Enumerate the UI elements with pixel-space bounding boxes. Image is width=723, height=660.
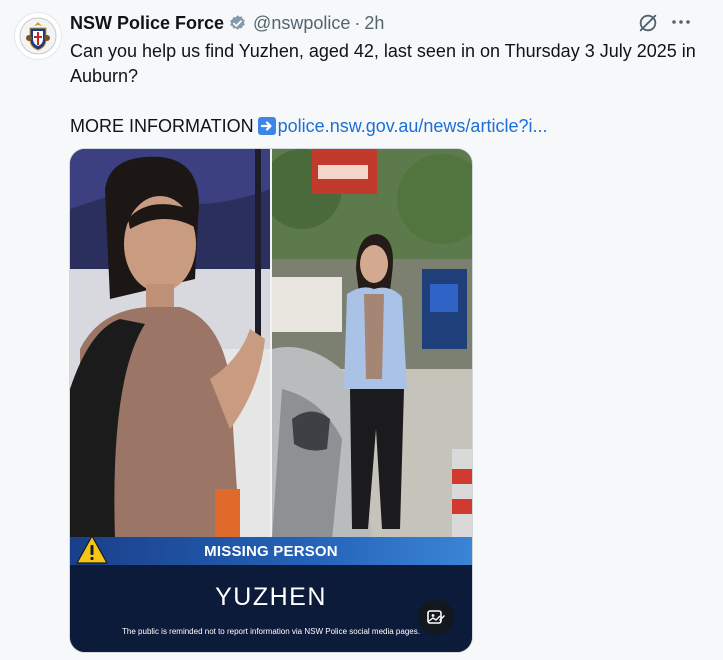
tweet-media[interactable]: MISSING PERSON YUZHEN The public is remi…: [69, 148, 473, 653]
photo-street: [272, 149, 472, 539]
tweet-body: Can you help us find Yuzhen, aged 42, la…: [70, 41, 696, 86]
missing-person-banner: MISSING PERSON: [70, 535, 472, 565]
verified-badge-icon[interactable]: [228, 14, 247, 33]
separator-dot: ·: [354, 12, 361, 33]
more-info-line: MORE INFORMATION police.nsw.gov.au/news/a…: [70, 114, 700, 139]
post-time[interactable]: 2h: [364, 13, 384, 34]
image-edit-button[interactable]: [418, 599, 454, 635]
disclaimer-text: The public is reminded not to report inf…: [122, 627, 420, 636]
photo-closeup: [70, 149, 270, 539]
more-info-label: MORE INFORMATION: [70, 116, 254, 136]
author-name[interactable]: NSW Police Force: [70, 13, 224, 34]
warning-icon: [76, 535, 108, 564]
right-arrow-emoji-icon: [257, 117, 276, 135]
article-link[interactable]: police.nsw.gov.au/news/article?i...: [278, 116, 548, 136]
tweet-header: NSW Police Force @nswpolice · 2h: [70, 11, 384, 35]
tweet-text: Can you help us find Yuzhen, aged 42, la…: [70, 39, 700, 139]
nsw-police-crest-icon: [19, 17, 57, 55]
author-handle[interactable]: @nswpolice: [253, 13, 350, 34]
image-edit-icon: [427, 610, 445, 624]
avatar[interactable]: [14, 12, 62, 60]
more-icon[interactable]: [669, 10, 693, 34]
banner-text: MISSING PERSON: [204, 542, 338, 560]
grok-icon[interactable]: [637, 12, 659, 34]
missing-person-name: YUZHEN: [215, 583, 327, 611]
media-footer: YUZHEN The public is reminded not to rep…: [70, 565, 472, 652]
